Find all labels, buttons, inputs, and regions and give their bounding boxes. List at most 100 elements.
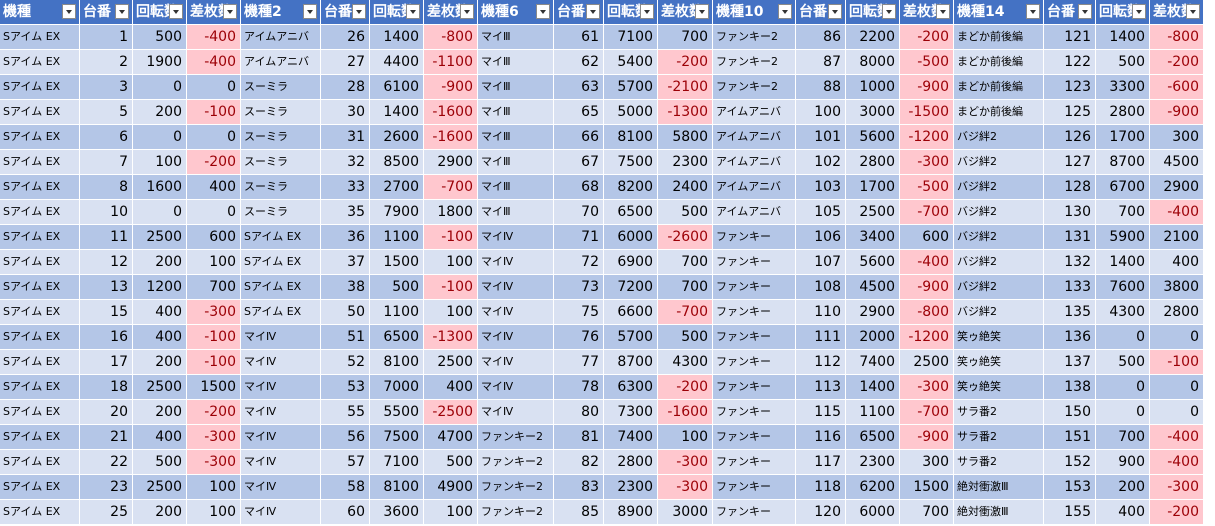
value-cell[interactable]: 106 [796,225,846,250]
machine-cell[interactable]: ファンキー [713,450,796,475]
machine-cell[interactable]: ファンキー2 [478,500,554,525]
value-cell[interactable]: 3300 [1096,75,1150,100]
value-cell[interactable]: 127 [1044,150,1096,175]
value-cell[interactable]: 76 [554,325,604,350]
value-cell[interactable]: 7500 [604,150,658,175]
value-cell[interactable]: 1400 [846,375,900,400]
filter-dropdown-icon[interactable] [115,4,129,19]
value-cell[interactable]: 500 [370,275,424,300]
value-cell[interactable]: -500 [900,50,954,75]
value-cell[interactable]: -700 [900,400,954,425]
value-cell[interactable]: -200 [658,375,713,400]
value-cell[interactable]: 28 [321,75,370,100]
value-cell[interactable]: 200 [133,400,187,425]
value-cell[interactable]: 2500 [424,350,478,375]
value-cell[interactable]: 100 [187,475,241,500]
value-cell[interactable]: 7600 [1096,275,1150,300]
machine-cell[interactable]: アイムアニバ [713,150,796,175]
value-cell[interactable]: 20 [80,400,133,425]
filter-dropdown-icon[interactable] [460,4,474,19]
machine-cell[interactable]: ファンキー2 [713,25,796,50]
filter-dropdown-icon[interactable] [640,4,654,19]
machine-cell[interactable]: マイⅣ [241,325,321,350]
value-cell[interactable]: 122 [1044,50,1096,75]
value-cell[interactable]: 2800 [1096,100,1150,125]
filter-dropdown-icon[interactable] [882,4,896,19]
machine-cell[interactable]: Sアイム EX [0,425,80,450]
value-cell[interactable]: 6200 [846,475,900,500]
value-cell[interactable]: 35 [321,200,370,225]
value-cell[interactable]: 5900 [1096,225,1150,250]
value-cell[interactable]: 2500 [900,350,954,375]
value-cell[interactable]: 4400 [370,50,424,75]
value-cell[interactable]: -400 [900,250,954,275]
value-cell[interactable]: 100 [424,500,478,525]
value-cell[interactable]: 5400 [604,50,658,75]
value-cell[interactable]: 118 [796,475,846,500]
value-cell[interactable]: -400 [187,50,241,75]
value-cell[interactable]: -200 [1150,50,1204,75]
value-cell[interactable]: 155 [1044,500,1096,525]
value-cell[interactable]: 100 [187,500,241,525]
column-header[interactable]: 回転数 [1096,0,1150,25]
value-cell[interactable]: 200 [1096,475,1150,500]
value-cell[interactable]: 5800 [658,125,713,150]
value-cell[interactable]: 8500 [370,150,424,175]
value-cell[interactable]: 102 [796,150,846,175]
value-cell[interactable]: -2500 [424,400,478,425]
value-cell[interactable]: 88 [796,75,846,100]
value-cell[interactable]: 132 [1044,250,1096,275]
column-header[interactable]: 差枚数 [187,0,241,25]
value-cell[interactable]: 3800 [1150,275,1204,300]
value-cell[interactable]: -300 [900,150,954,175]
value-cell[interactable]: -1600 [658,400,713,425]
column-header[interactable]: 台番 [321,0,370,25]
value-cell[interactable]: 120 [796,500,846,525]
value-cell[interactable]: 700 [658,275,713,300]
value-cell[interactable]: 0 [187,200,241,225]
value-cell[interactable]: 6500 [604,200,658,225]
filter-dropdown-icon[interactable] [778,4,792,19]
value-cell[interactable]: 2800 [604,450,658,475]
value-cell[interactable]: 71 [554,225,604,250]
value-cell[interactable]: 2500 [133,475,187,500]
machine-cell[interactable]: マイⅣ [241,425,321,450]
value-cell[interactable]: 7500 [370,425,424,450]
value-cell[interactable]: 51 [321,325,370,350]
value-cell[interactable]: -1300 [424,325,478,350]
value-cell[interactable]: 200 [133,100,187,125]
value-cell[interactable]: 62 [554,50,604,75]
value-cell[interactable]: 8200 [604,175,658,200]
value-cell[interactable]: -600 [1150,75,1204,100]
value-cell[interactable]: -1100 [424,50,478,75]
column-header[interactable]: 機種 [0,0,80,25]
filter-dropdown-icon[interactable] [936,4,950,19]
value-cell[interactable]: -400 [187,25,241,50]
filter-dropdown-icon[interactable] [536,4,550,19]
value-cell[interactable]: -300 [187,450,241,475]
machine-cell[interactable]: まどか前後編 [954,50,1044,75]
value-cell[interactable]: -2100 [658,75,713,100]
column-header[interactable]: 機種14 [954,0,1044,25]
value-cell[interactable]: 0 [1096,325,1150,350]
value-cell[interactable]: 6100 [370,75,424,100]
value-cell[interactable]: 7100 [604,25,658,50]
value-cell[interactable]: 4300 [1096,300,1150,325]
value-cell[interactable]: 3400 [846,225,900,250]
machine-cell[interactable]: マイⅣ [478,300,554,325]
value-cell[interactable]: 8700 [1096,150,1150,175]
value-cell[interactable]: 500 [1096,350,1150,375]
value-cell[interactable]: 2500 [133,225,187,250]
value-cell[interactable]: 8100 [604,125,658,150]
value-cell[interactable]: 700 [900,500,954,525]
value-cell[interactable]: 33 [321,175,370,200]
value-cell[interactable]: 0 [133,200,187,225]
value-cell[interactable]: 4500 [1150,150,1204,175]
machine-cell[interactable]: まどか前後編 [954,25,1044,50]
value-cell[interactable]: 400 [133,425,187,450]
machine-cell[interactable]: マイⅢ [478,150,554,175]
value-cell[interactable]: 1700 [1096,125,1150,150]
value-cell[interactable]: 5700 [604,325,658,350]
value-cell[interactable]: 3600 [370,500,424,525]
value-cell[interactable]: 63 [554,75,604,100]
